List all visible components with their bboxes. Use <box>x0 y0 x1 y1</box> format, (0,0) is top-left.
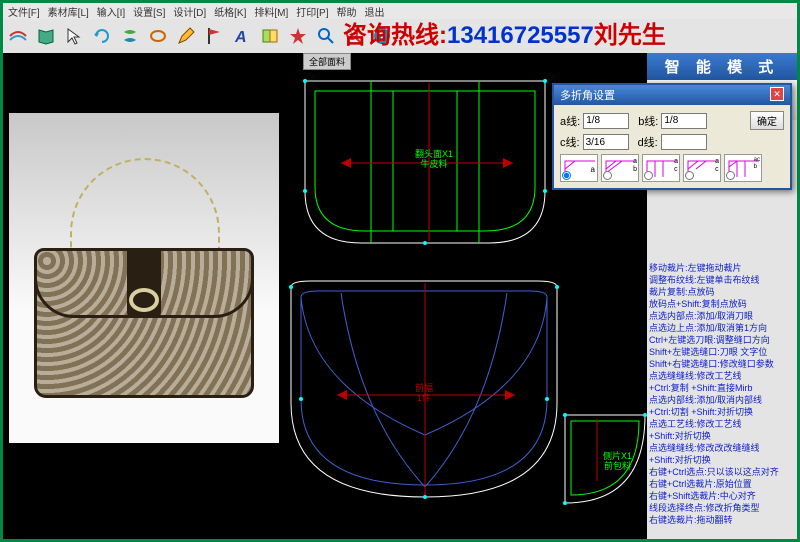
ok-button[interactable]: 确定 <box>750 111 784 130</box>
design-canvas[interactable]: 全部面料 翻头面X1牛皮料 <box>3 53 647 539</box>
tb-font-icon[interactable]: A <box>231 25 253 47</box>
flap-label: 翻头面X1牛皮料 <box>415 149 453 169</box>
help-line: Shift+右键选缝口:修改缝口参数 <box>649 358 795 370</box>
help-line: 右键+Ctrl选裁片:原始位置 <box>649 478 795 490</box>
pattern-flap[interactable] <box>289 71 561 271</box>
help-text-panel: 移动裁片:左键拖动裁片调整布纹线:左键单击布纹线裁片复制:点放码放码点+Shif… <box>647 260 797 539</box>
smart-mode-title: 智 能 模 式 <box>647 53 797 80</box>
tb-rotate-icon[interactable] <box>91 25 113 47</box>
help-line: +Shift:对折切换 <box>649 454 795 466</box>
contact-overlay: 咨询热线:13416725557刘先生 <box>343 15 666 50</box>
help-line: 调整布纹线:左键单击布纹线 <box>649 274 795 286</box>
menu-settings[interactable]: 设置[S] <box>130 4 168 19</box>
help-line: 点选内部点:添加/取消刀眼 <box>649 310 795 322</box>
help-line: +Shift:对折切换 <box>649 430 795 442</box>
reference-photo <box>9 113 279 443</box>
menu-design[interactable]: 设计[D] <box>170 4 209 19</box>
label-d: d线: <box>638 134 658 150</box>
help-line: 右键+Shift选裁片:中心对齐 <box>649 490 795 502</box>
help-line: Shift+左键选缝口:刀眼 文字位 <box>649 346 795 358</box>
tb-star-icon[interactable] <box>287 25 309 47</box>
corner-type-3[interactable]: ac <box>642 154 680 182</box>
input-c[interactable] <box>583 134 629 150</box>
side-label: 侧片X1前包料 <box>603 451 632 471</box>
input-a[interactable] <box>583 113 629 129</box>
help-line: +Ctrl:复制 +Shift:直接Mirb <box>649 382 795 394</box>
help-line: 线段选择终点:修改折角类型 <box>649 502 795 514</box>
tb-panel-icon[interactable] <box>259 25 281 47</box>
help-line: 裁片复制:点放码 <box>649 286 795 298</box>
menu-input[interactable]: 输入[I] <box>94 4 128 19</box>
menu-nesting[interactable]: 排料[M] <box>251 4 291 19</box>
corner-type-4[interactable]: ac <box>683 154 721 182</box>
corner-type-2[interactable]: ab <box>601 154 639 182</box>
corner-type-5[interactable]: acb <box>724 154 762 182</box>
label-a: a线: <box>560 113 580 129</box>
toolbar: A + ? 咨询热线:13416725557刘先生 <box>3 19 797 53</box>
help-line: 点选边上点:添加/取消第1方向 <box>649 322 795 334</box>
help-line: 点选内部线:添加/取消内部线 <box>649 394 795 406</box>
help-line: 点选工艺线:修改工艺线 <box>649 418 795 430</box>
dialog-title: 多折角设置 <box>560 87 615 103</box>
help-line: 点选缝缝线:修改改改缝缝线 <box>649 442 795 454</box>
tb-pen-icon[interactable] <box>175 25 197 47</box>
tb-flag-icon[interactable] <box>203 25 225 47</box>
input-d[interactable] <box>661 134 707 150</box>
help-line: 右键选裁片:拖动翻转 <box>649 514 795 526</box>
tb-seam-icon[interactable] <box>7 25 29 47</box>
close-icon[interactable]: ✕ <box>770 87 784 101</box>
help-line: 放码点+Shift:复制点放码 <box>649 298 795 310</box>
corner-dialog: 多折角设置 ✕ a线: b线: 确定 c线: d线: a ab ac ac ac… <box>552 83 792 190</box>
menu-file[interactable]: 文件[F] <box>5 4 43 19</box>
menu-library[interactable]: 素材库[L] <box>45 4 92 19</box>
material-tab[interactable]: 全部面料 <box>303 53 351 70</box>
help-line: +Ctrl:切割 +Shift:对折切换 <box>649 406 795 418</box>
tb-cursor-icon[interactable] <box>63 25 85 47</box>
svg-text:A: A <box>234 29 247 46</box>
tb-search-icon[interactable] <box>315 25 337 47</box>
tb-ribbon-icon[interactable] <box>119 25 141 47</box>
menu-paper[interactable]: 纸格[K] <box>211 4 249 19</box>
tb-book-icon[interactable] <box>35 25 57 47</box>
label-c: c线: <box>560 134 580 150</box>
front-label: 前幅1件 <box>415 383 433 403</box>
tb-shape-icon[interactable] <box>147 25 169 47</box>
label-b: b线: <box>638 113 658 129</box>
menu-print[interactable]: 打印[P] <box>293 4 331 19</box>
help-line: 右键+Ctrl选点:只以该以这点对齐 <box>649 466 795 478</box>
corner-type-1[interactable]: a <box>560 154 598 182</box>
help-line: Ctrl+左键选刀眼:调整缝口方向 <box>649 334 795 346</box>
help-line: 移动裁片:左键拖动裁片 <box>649 262 795 274</box>
help-line: 点选缝缝线:修改工艺线 <box>649 370 795 382</box>
input-b[interactable] <box>661 113 707 129</box>
